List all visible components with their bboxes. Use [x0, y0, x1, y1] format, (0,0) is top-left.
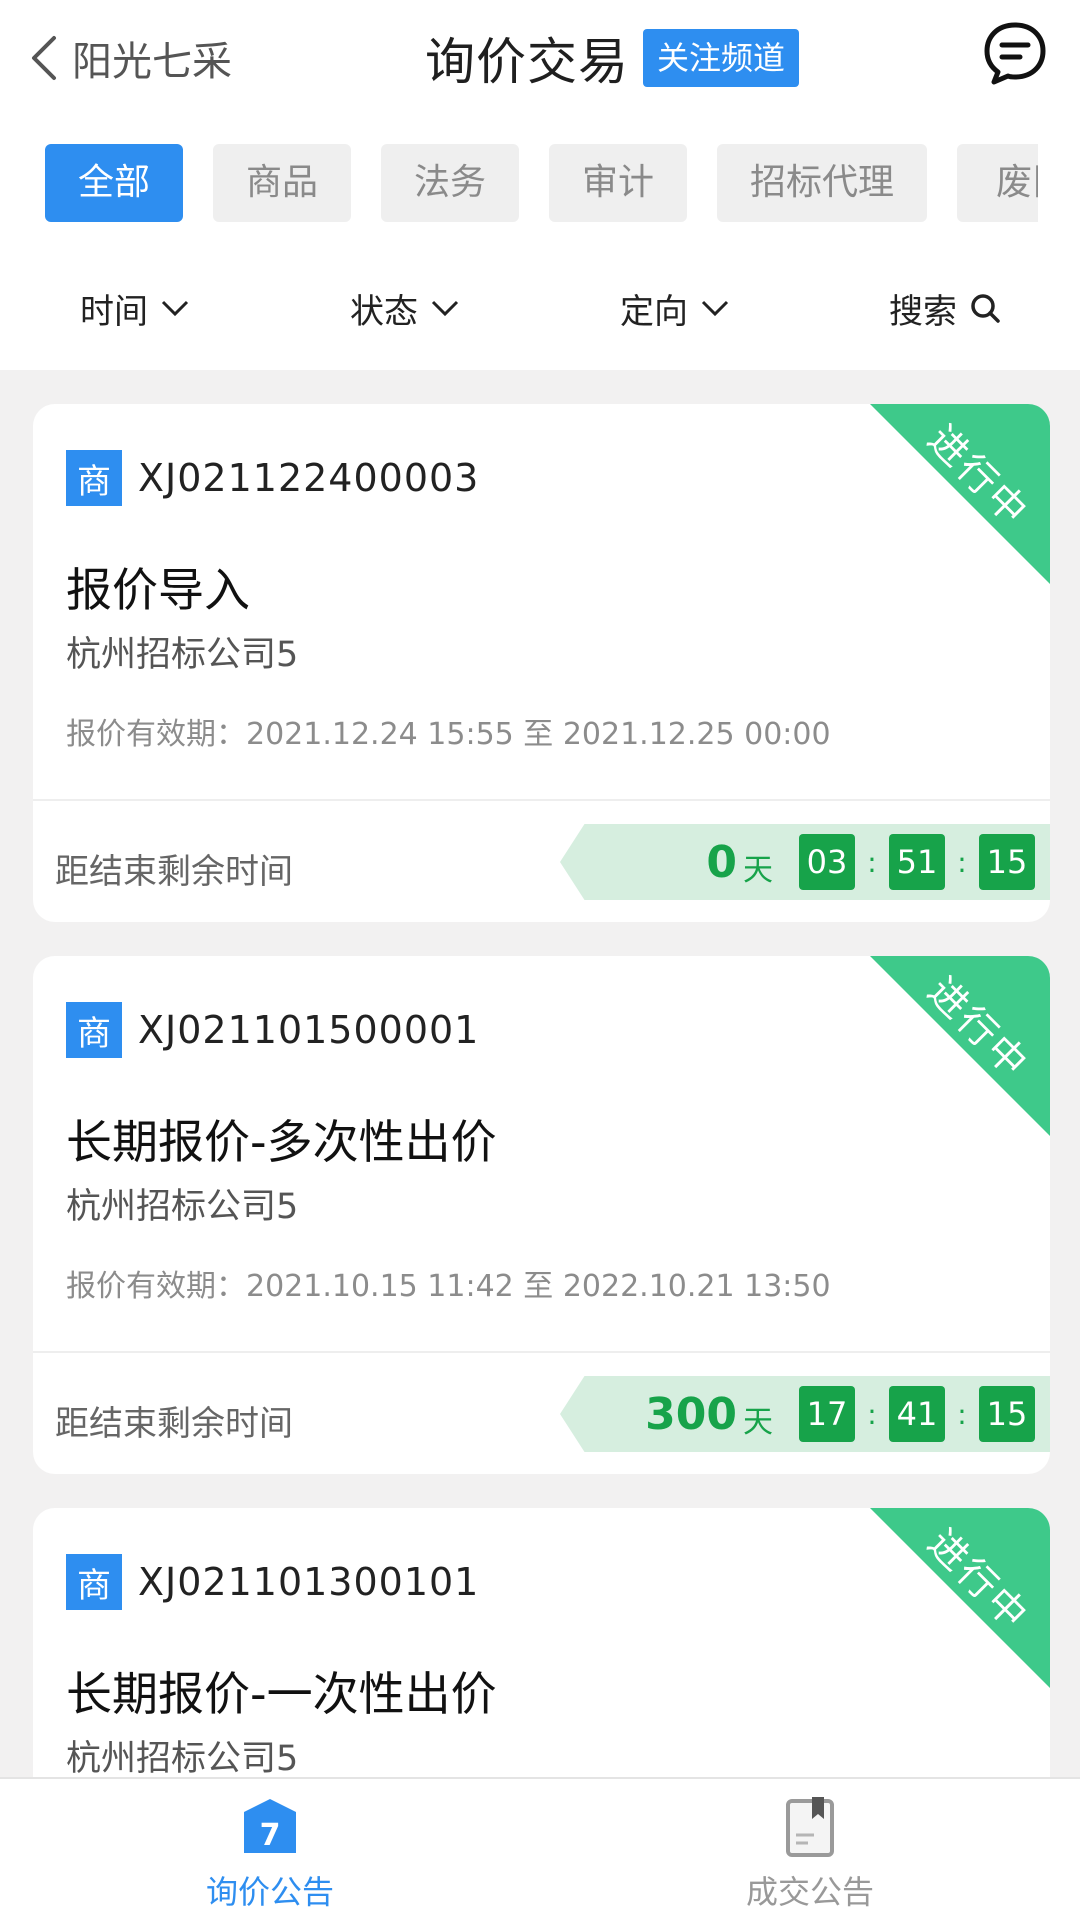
search-icon — [971, 294, 1000, 323]
countdown-hours: 17 — [799, 1386, 855, 1442]
filter-search-label: 搜索 — [889, 291, 957, 332]
calendar-icon-number: 7 — [260, 1818, 281, 1853]
inquiry-list: 进行中 商 XJ021122400003 报价导入 杭州招标公司5 报价有效期：… — [33, 404, 1050, 1920]
card-code-row: 商 XJ021122400003 — [66, 450, 479, 506]
validity-period: 报价有效期：2021.10.15 11:42 至 2022.10.21 13:5… — [66, 1269, 831, 1304]
tab-deal-announcement[interactable]: 成交公告 — [540, 1779, 1080, 1920]
card-title: 报价导入 — [66, 563, 250, 617]
calendar-icon: 7 — [244, 1799, 296, 1853]
divider — [33, 799, 1050, 801]
chevron-down-icon — [701, 300, 729, 317]
category-tab-bidding-agent[interactable]: 招标代理 — [717, 144, 927, 222]
inquiry-code: XJ021101300101 — [138, 1560, 480, 1604]
countdown-timer: 300 天 17 : 41 : 15 — [560, 1376, 1050, 1452]
company-name: 杭州招标公司5 — [66, 1187, 299, 1227]
card-code-row: 商 XJ021101300101 — [66, 1554, 479, 1610]
inquiry-code: XJ021122400003 — [138, 456, 480, 500]
validity-period: 报价有效期：2021.12.24 15:55 至 2021.12.25 00:0… — [66, 717, 831, 752]
filter-time-label: 时间 — [80, 291, 148, 332]
countdown-minutes: 51 — [889, 834, 945, 890]
countdown-seconds: 15 — [979, 1386, 1035, 1442]
countdown-seconds: 15 — [979, 834, 1035, 890]
countdown-separator: : — [957, 845, 967, 879]
chevron-down-icon — [161, 300, 189, 317]
message-icon[interactable] — [982, 20, 1048, 86]
countdown-separator: : — [957, 1397, 967, 1431]
chevron-left-icon — [32, 36, 56, 80]
card-title: 长期报价-一次性出价 — [66, 1667, 497, 1721]
countdown-minutes: 41 — [889, 1386, 945, 1442]
countdown-days-unit: 天 — [743, 853, 773, 888]
back-button[interactable]: 阳光七采 — [30, 28, 232, 88]
filter-direction-label: 定向 — [620, 291, 688, 332]
bottom-tab-bar: 7 询价公告 成交公告 — [0, 1777, 1080, 1920]
page-title: 询价交易 — [425, 33, 629, 91]
bookmark-doc-icon — [786, 1797, 834, 1857]
category-tab-audit[interactable]: 审计 — [549, 144, 687, 222]
follow-channel-button[interactable]: 关注频道 — [643, 29, 800, 87]
category-tab-goods[interactable]: 商品 — [213, 144, 351, 222]
category-badge: 商 — [66, 1554, 122, 1610]
category-tab-scrap[interactable]: 废旧 — [957, 144, 1038, 222]
tab-deal-label: 成交公告 — [745, 1873, 874, 1911]
inquiry-code: XJ021101500001 — [138, 1008, 480, 1052]
filter-status-label: 状态 — [350, 291, 418, 332]
inquiry-card[interactable]: 进行中 商 XJ021101500001 长期报价-多次性出价 杭州招标公司5 … — [33, 956, 1050, 1474]
category-badge: 商 — [66, 1002, 122, 1058]
divider — [33, 1351, 1050, 1353]
title-area: 询价交易 关注频道 — [425, 25, 800, 91]
company-name: 杭州招标公司5 — [66, 635, 299, 675]
back-label: 阳光七采 — [72, 39, 232, 85]
remaining-time-label: 距结束剩余时间 — [55, 852, 293, 892]
category-tab-all[interactable]: 全部 — [45, 144, 183, 222]
filter-time[interactable]: 时间 — [0, 270, 270, 346]
countdown-separator: : — [867, 845, 877, 879]
countdown-hours: 03 — [799, 834, 855, 890]
countdown-days: 0 — [706, 836, 737, 888]
countdown-timer: 0 天 03 : 51 : 15 — [560, 824, 1050, 900]
category-badge: 商 — [66, 450, 122, 506]
card-title: 长期报价-多次性出价 — [66, 1115, 497, 1169]
filter-bar: 时间 状态 定向 搜索 — [0, 270, 1080, 346]
filter-status[interactable]: 状态 — [270, 270, 540, 346]
chevron-down-icon — [431, 300, 459, 317]
countdown-days-unit: 天 — [743, 1405, 773, 1440]
tab-inquiry-announcement[interactable]: 7 询价公告 — [0, 1779, 540, 1920]
countdown-days: 300 — [645, 1388, 737, 1440]
card-code-row: 商 XJ021101500001 — [66, 1002, 479, 1058]
remaining-time-label: 距结束剩余时间 — [55, 1404, 293, 1444]
tab-inquiry-label: 询价公告 — [205, 1873, 334, 1911]
company-name: 杭州招标公司5 — [66, 1739, 299, 1779]
inquiry-card[interactable]: 进行中 商 XJ021122400003 报价导入 杭州招标公司5 报价有效期：… — [33, 404, 1050, 922]
inquiry-trading-page: 阳光七采 询价交易 关注频道 全部 商品 法务 审计 招标代理 废旧 时间 状态 — [0, 0, 1080, 1920]
header: 阳光七采 询价交易 关注频道 全部 商品 法务 审计 招标代理 废旧 时间 状态 — [0, 0, 1080, 370]
filter-search[interactable]: 搜索 — [810, 270, 1080, 346]
category-tabs: 全部 商品 法务 审计 招标代理 废旧 — [45, 144, 1038, 222]
filter-direction[interactable]: 定向 — [540, 270, 810, 346]
countdown-separator: : — [867, 1397, 877, 1431]
category-tab-legal[interactable]: 法务 — [381, 144, 519, 222]
